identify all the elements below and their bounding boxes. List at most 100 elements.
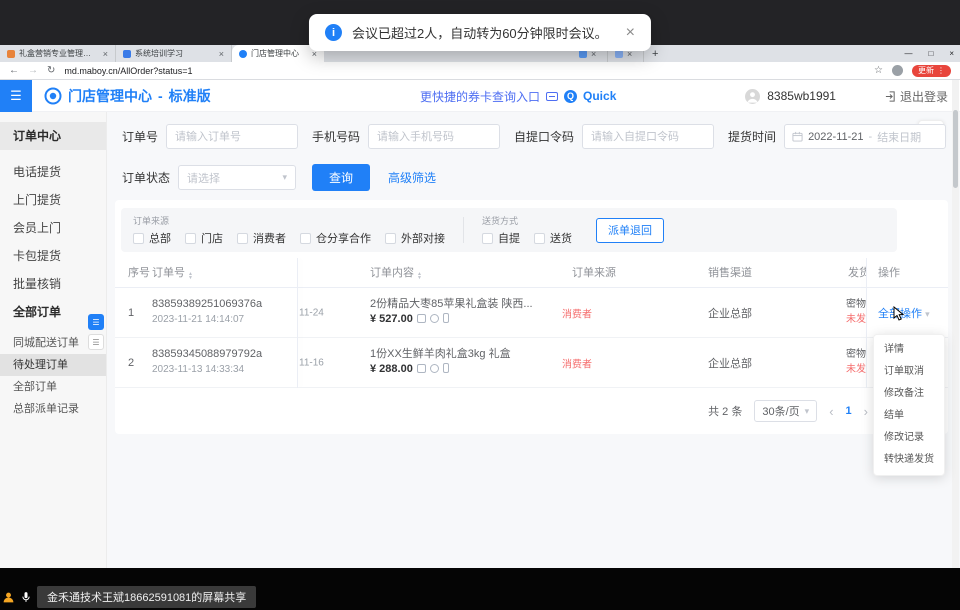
prev-page-button[interactable]: ‹ — [829, 404, 833, 419]
sidebar-item-all-orders[interactable]: 全部订单 — [0, 376, 106, 398]
menu-item-detail[interactable]: 详情 — [874, 339, 944, 361]
phone-input[interactable] — [368, 124, 500, 149]
checkbox-option[interactable]: 仓分享合作 — [300, 230, 371, 246]
logout-button[interactable]: 退出登录 — [885, 88, 948, 105]
advanced-filter-link[interactable]: 高级筛选 — [388, 169, 436, 186]
mobile-icon — [443, 363, 449, 373]
checkbox-icon — [133, 233, 144, 244]
next-page-button[interactable]: › — [864, 404, 868, 419]
cell-hidden-date: 11-24 — [299, 307, 333, 318]
order-time-value: 2023-11-13 14:33:34 — [152, 362, 262, 377]
menu-item-settle[interactable]: 结单 — [874, 405, 944, 427]
tab-favicon — [7, 50, 15, 58]
order-no-input[interactable] — [166, 124, 298, 149]
col-content[interactable]: 订单内容▲▼ — [370, 258, 422, 288]
checkbox-option[interactable]: 门店 — [185, 230, 223, 246]
sort-icon[interactable]: ▲▼ — [188, 272, 193, 280]
username[interactable]: 8385wb1991 — [767, 89, 836, 103]
order-status-select[interactable]: 请选择 ▾ — [178, 165, 296, 190]
mic-icon — [20, 591, 32, 603]
checkbox-option[interactable]: 送货 — [534, 230, 572, 246]
checkbox-icon — [482, 233, 493, 244]
pickup-code-input[interactable] — [582, 124, 714, 149]
sidebar-section-order-center[interactable]: 订单中心 — [0, 122, 106, 150]
quick-nav-button[interactable]: ☰ — [88, 314, 104, 330]
menu-item-edit-remark[interactable]: 修改备注 — [874, 383, 944, 405]
cell-source: 消费者 — [562, 305, 592, 320]
checkbox-option[interactable]: 总部 — [133, 230, 171, 246]
scrollbar-thumb[interactable] — [953, 110, 958, 188]
browser-tab-2[interactable]: 系统培训学习 × — [116, 45, 232, 62]
action-dropdown-trigger[interactable]: 全部操作 ▾ — [878, 305, 930, 321]
menu-item-express-ship[interactable]: 转快递发货 — [874, 449, 944, 471]
user-avatar-icon[interactable] — [745, 89, 760, 104]
table-row[interactable]: 2 83859345088979792a 2023-11-13 14:33:34… — [115, 338, 948, 388]
action-label: 全部操作 — [878, 308, 922, 320]
chevron-down-icon: ▾ — [925, 309, 930, 319]
profile-avatar-icon[interactable] — [892, 65, 903, 76]
url-text[interactable]: md.maboy.cn/AllOrder?status=1 — [64, 66, 192, 76]
forward-icon[interactable]: → — [28, 65, 38, 76]
dispatch-return-button[interactable]: 派单退回 — [596, 218, 664, 243]
tab-favicon — [123, 50, 131, 58]
brand-logo-icon — [44, 87, 62, 105]
logout-label: 退出登录 — [900, 88, 948, 105]
close-icon[interactable]: × — [626, 24, 635, 42]
order-source-group: 订单来源 总部 门店 消费者 仓分享合作 外部对接 — [133, 214, 445, 246]
sidebar-item-pending-orders[interactable]: 待处理订单 — [0, 354, 106, 376]
bookmark-star-icon[interactable]: ☆ — [874, 65, 883, 76]
quick-entry[interactable]: 更快捷的券卡查询入口 Q Quick — [420, 80, 616, 112]
col-channel: 销售渠道 — [708, 258, 752, 288]
list-icon[interactable]: ☰ — [88, 334, 104, 350]
meeting-notification-text: 会议已超过2人，自动转为60分钟限时会议。 — [352, 23, 608, 42]
close-window-icon[interactable]: × — [949, 49, 954, 58]
checkbox-label: 门店 — [201, 230, 223, 246]
order-source-group-label: 订单来源 — [133, 214, 445, 227]
refresh-icon[interactable]: ↻ — [47, 65, 55, 76]
tab-close-icon[interactable]: × — [103, 49, 108, 59]
page-size-select[interactable]: 30条/页 ▾ — [754, 400, 817, 422]
order-status-label: 订单状态 — [122, 169, 170, 186]
current-page[interactable]: 1 — [846, 405, 852, 417]
pickup-code-label: 自提口令码 — [514, 128, 574, 145]
col-order-no[interactable]: 订单号▲▼ — [152, 258, 193, 288]
sidebar-item-phone-pickup[interactable]: 电话提货 — [0, 158, 106, 186]
browser-tab-1[interactable]: 礼盒营销专业管理中心 × — [0, 45, 116, 62]
back-icon[interactable]: ← — [9, 65, 19, 76]
sidebar-item-card-pickup[interactable]: 卡包提货 — [0, 242, 106, 270]
checkbox-option[interactable]: 外部对接 — [385, 230, 445, 246]
delivery-status-2: 未发 — [846, 312, 866, 327]
checkbox-label: 总部 — [149, 230, 171, 246]
delivery-method-group-label: 送货方式 — [482, 214, 572, 227]
filter-row-2: 订单状态 请选择 ▾ 查询 高级筛选 — [122, 164, 436, 191]
sidebar-item-member-visit[interactable]: 会员上门 — [0, 214, 106, 242]
table-row[interactable]: 1 83859389251069376a 2023-11-21 14:14:07… — [115, 288, 948, 338]
checkbox-option[interactable]: 消费者 — [237, 230, 286, 246]
date-range-picker[interactable]: 2022-11-21 - 结束日期 — [784, 124, 946, 149]
checkbox-option[interactable]: 自提 — [482, 230, 520, 246]
hamburger-menu-icon[interactable]: ☰ — [0, 80, 32, 112]
tab-close-icon[interactable]: × — [219, 49, 224, 59]
tab-label: 门店管理中心 — [251, 48, 308, 59]
minimize-icon[interactable]: — — [904, 49, 912, 58]
sidebar-item-hq-dispatch-records[interactable]: 总部派单记录 — [0, 398, 106, 420]
scrollbar[interactable] — [952, 80, 959, 568]
quick-entry-link[interactable]: 更快捷的券卡查询入口 — [420, 88, 540, 105]
maximize-icon[interactable]: □ — [928, 49, 933, 58]
search-button[interactable]: 查询 — [312, 164, 370, 191]
checkbox-icon — [237, 233, 248, 244]
sort-icon[interactable]: ▲▼ — [417, 272, 422, 280]
update-badge[interactable]: 更新 ⋮ — [912, 65, 951, 77]
menu-item-cancel-order[interactable]: 订单取消 — [874, 361, 944, 383]
sidebar-item-door-pickup[interactable]: 上门提货 — [0, 186, 106, 214]
divider — [463, 217, 464, 243]
screen-share-bar: 金禾通技术王斌18662591081的屏幕共享 — [0, 568, 960, 610]
brand: 门店管理中心 - 标准版 — [44, 86, 211, 106]
sidebar-item-batch-verify[interactable]: 批量核销 — [0, 270, 106, 298]
meeting-notification: i 会议已超过2人，自动转为60分钟限时会议。 × — [309, 14, 651, 51]
tab-favicon — [239, 50, 247, 58]
delivery-status-1: 密物 — [846, 347, 866, 362]
mobile-icon — [443, 313, 449, 323]
menu-item-edit-record[interactable]: 修改记录 — [874, 427, 944, 449]
gift-icon — [417, 364, 426, 373]
